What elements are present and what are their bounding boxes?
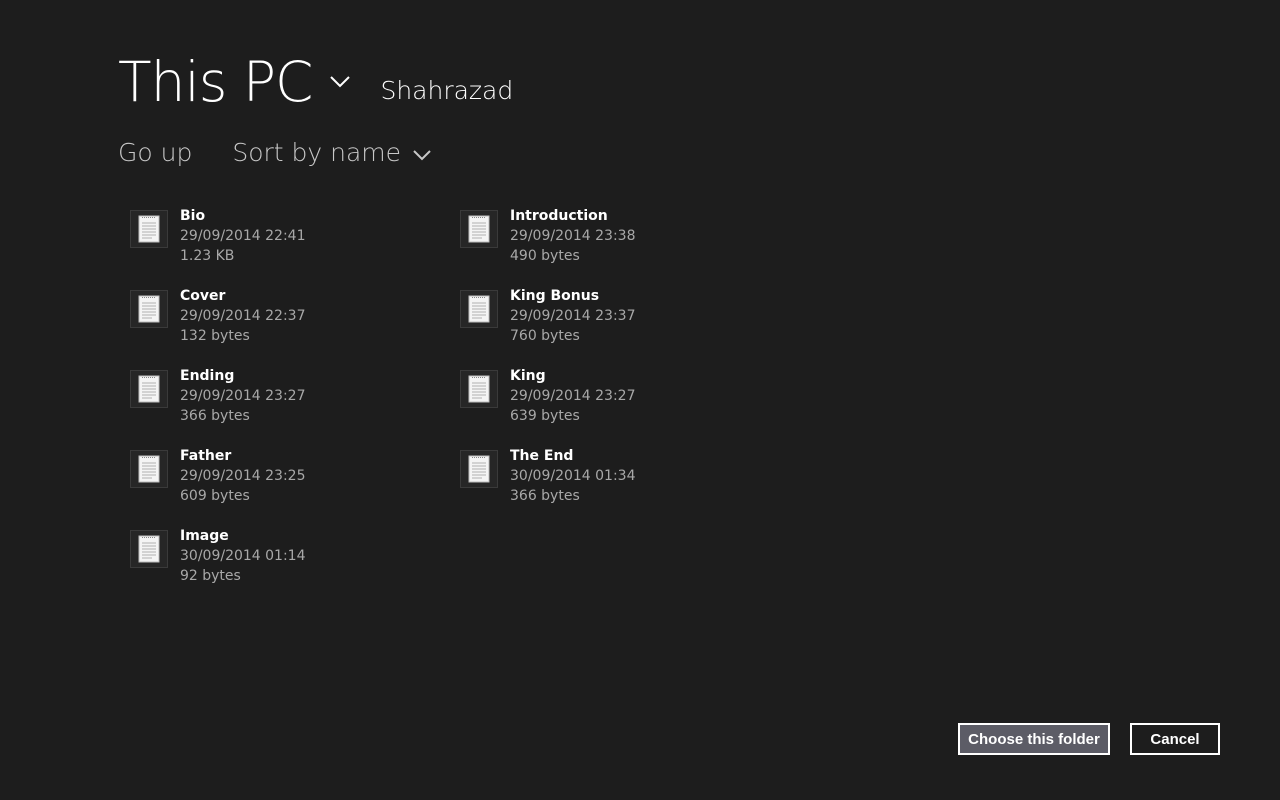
file-date: 29/09/2014 23:27: [510, 388, 636, 404]
file-item[interactable]: The End 30/09/2014 01:34 366 bytes: [460, 446, 790, 526]
file-date: 29/09/2014 23:37: [510, 308, 636, 324]
file-size: 366 bytes: [510, 488, 580, 504]
file-date: 29/09/2014 22:37: [180, 308, 306, 324]
file-name: Father: [180, 448, 232, 464]
file-item[interactable]: Introduction 29/09/2014 23:38 490 bytes: [460, 206, 790, 286]
file-name: Ending: [180, 368, 235, 384]
location-header: This PC Shahrazad: [118, 44, 513, 120]
file-meta: King Bonus 29/09/2014 23:37 760 bytes: [510, 286, 636, 346]
file-item[interactable]: Bio 29/09/2014 22:41 1.23 KB: [130, 206, 460, 286]
command-bar: Go up Sort by name: [118, 132, 433, 172]
file-meta: King 29/09/2014 23:27 639 bytes: [510, 366, 636, 426]
cancel-button[interactable]: Cancel: [1130, 723, 1220, 755]
file-meta: The End 30/09/2014 01:34 366 bytes: [510, 446, 636, 506]
go-up-button[interactable]: Go up: [118, 138, 192, 167]
text-document-icon: [460, 370, 498, 408]
file-item[interactable]: Cover 29/09/2014 22:37 132 bytes: [130, 286, 460, 366]
file-meta: Introduction 29/09/2014 23:38 490 bytes: [510, 206, 636, 266]
file-size: 366 bytes: [180, 408, 250, 424]
file-meta: Cover 29/09/2014 22:37 132 bytes: [180, 286, 306, 346]
location-title: This PC: [118, 50, 313, 114]
text-document-icon: [460, 450, 498, 488]
file-size: 760 bytes: [510, 328, 580, 344]
file-meta: Father 29/09/2014 23:25 609 bytes: [180, 446, 306, 506]
file-item[interactable]: Ending 29/09/2014 23:27 366 bytes: [130, 366, 460, 446]
text-document-icon: [460, 210, 498, 248]
sort-chevron-down-icon: [411, 143, 433, 165]
current-folder-name: Shahrazad: [380, 76, 514, 105]
file-name: King Bonus: [510, 288, 600, 304]
text-document-icon: [460, 290, 498, 328]
file-date: 29/09/2014 23:27: [180, 388, 306, 404]
sort-label: Sort by name: [232, 137, 402, 167]
file-date: 29/09/2014 23:38: [510, 228, 636, 244]
file-name: The End: [510, 448, 574, 464]
file-name: King: [510, 368, 546, 384]
file-item[interactable]: King 29/09/2014 23:27 639 bytes: [460, 366, 790, 446]
file-name: Introduction: [510, 208, 608, 224]
location-dropdown-chevron-down-icon[interactable]: [324, 66, 356, 98]
file-size: 639 bytes: [510, 408, 580, 424]
file-meta: Image 30/09/2014 01:14 92 bytes: [180, 526, 306, 586]
file-meta: Ending 29/09/2014 23:27 366 bytes: [180, 366, 306, 426]
text-document-icon: [130, 210, 168, 248]
file-size: 1.23 KB: [180, 248, 235, 264]
file-size: 92 bytes: [180, 568, 241, 584]
text-document-icon: [130, 370, 168, 408]
sort-dropdown[interactable]: Sort by name: [232, 138, 433, 167]
file-size: 132 bytes: [180, 328, 250, 344]
file-size: 609 bytes: [180, 488, 250, 504]
text-document-icon: [130, 290, 168, 328]
file-name: Image: [180, 528, 229, 544]
file-date: 29/09/2014 23:25: [180, 468, 306, 484]
file-item[interactable]: King Bonus 29/09/2014 23:37 760 bytes: [460, 286, 790, 366]
choose-this-folder-button[interactable]: Choose this folder: [958, 723, 1110, 755]
text-document-icon: [130, 530, 168, 568]
file-date: 30/09/2014 01:34: [510, 468, 636, 484]
file-item[interactable]: Image 30/09/2014 01:14 92 bytes: [130, 526, 460, 606]
file-list: Bio 29/09/2014 22:41 1.23 KB Cover 29/09/201…: [130, 206, 790, 606]
file-size: 490 bytes: [510, 248, 580, 264]
text-document-icon: [130, 450, 168, 488]
file-picker: This PC Shahrazad Go up Sort by name Bio…: [0, 0, 1280, 800]
file-meta: Bio 29/09/2014 22:41 1.23 KB: [180, 206, 306, 266]
file-date: 29/09/2014 22:41: [180, 228, 306, 244]
file-name: Bio: [180, 208, 206, 224]
file-name: Cover: [180, 288, 226, 304]
file-item[interactable]: Father 29/09/2014 23:25 609 bytes: [130, 446, 460, 526]
file-date: 30/09/2014 01:14: [180, 548, 306, 564]
